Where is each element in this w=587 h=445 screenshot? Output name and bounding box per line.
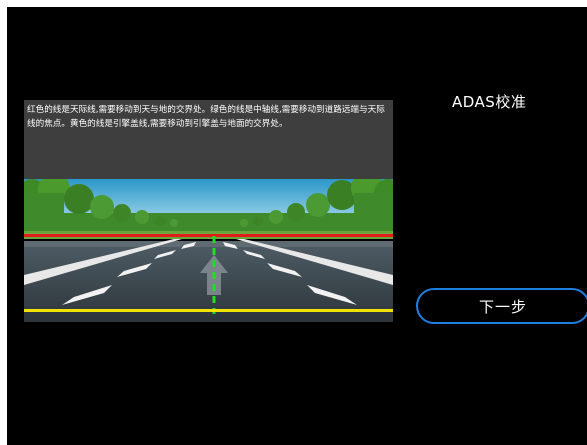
hood-line[interactable] xyxy=(24,309,393,312)
horizon-line[interactable] xyxy=(24,234,393,237)
camera-preview: 红色的线是天际线,需要移动到天与地的交界处。绿色的线是中轴线,需要移动到道路远端… xyxy=(24,100,393,322)
page-title: ADAS校准 xyxy=(452,93,527,111)
next-step-button[interactable]: 下一步 xyxy=(416,288,587,324)
calibration-instructions: 红色的线是天际线,需要移动到天与地的交界处。绿色的线是中轴线,需要移动到道路远端… xyxy=(24,100,393,179)
road-scene xyxy=(24,179,393,322)
device-screen: ADAS校准 红色的线是天际线,需要移动到天与地的交界处。绿色的线是中轴线,需要… xyxy=(7,7,587,445)
